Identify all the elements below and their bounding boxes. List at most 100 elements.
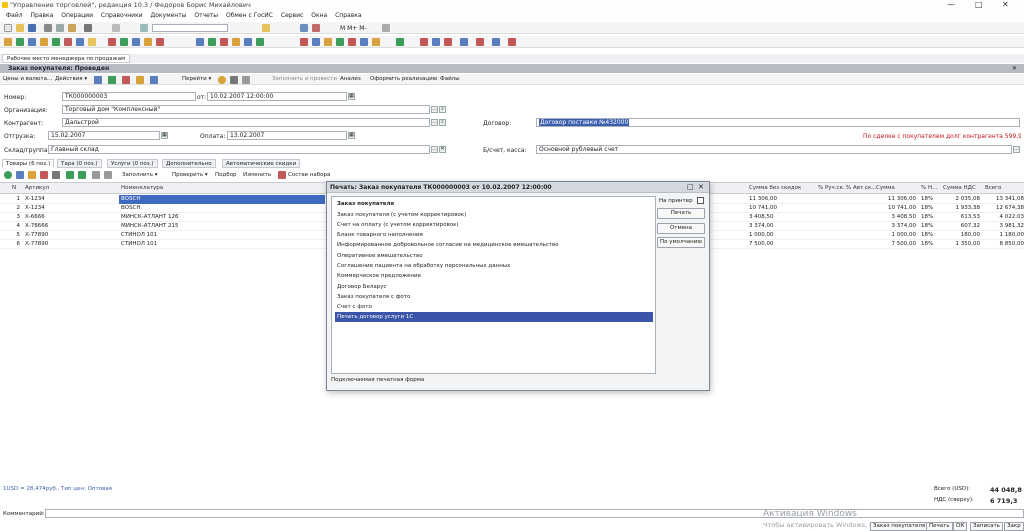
copy-row-icon[interactable] <box>16 171 24 179</box>
calc-doc-icon[interactable] <box>312 38 320 46</box>
to-printer-checkbox[interactable] <box>697 197 704 204</box>
list-icon[interactable] <box>230 76 238 84</box>
minimize-button[interactable]: — <box>947 0 955 9</box>
list-item[interactable]: Договор Беларус <box>335 282 653 292</box>
comment-field[interactable] <box>45 509 1024 518</box>
list-item[interactable]: Соглашение пациента на обработку персона… <box>335 261 653 271</box>
organization-select-button[interactable]: … <box>431 106 438 113</box>
date-calendar-icon[interactable]: ▦ <box>348 93 355 100</box>
default-button[interactable]: По умолчанию <box>657 237 705 248</box>
tab-tare[interactable]: Тара (0 поз.) <box>57 159 102 168</box>
menu-operations[interactable]: Операции <box>61 12 93 19</box>
organization-field[interactable]: Торговый дом "Комплексный" <box>62 105 430 114</box>
exchange4-icon[interactable] <box>460 38 468 46</box>
list-item[interactable]: Информированное добровольное согласие на… <box>335 240 653 250</box>
col-sum-no-disc[interactable]: Сумма без скидок <box>749 185 801 191</box>
tab-additional[interactable]: Дополнительно <box>162 159 216 168</box>
list-item[interactable]: Счет на оплату (с учетом корректировок) <box>335 220 653 230</box>
orders-icon[interactable] <box>108 38 116 46</box>
col-vat-sum[interactable]: Сумма НДС <box>943 185 976 191</box>
edit-button[interactable]: Изменить <box>243 172 271 178</box>
reports-icon[interactable] <box>88 38 96 46</box>
supply-icon[interactable] <box>220 38 228 46</box>
exchange6-icon[interactable] <box>492 38 500 46</box>
col-total[interactable]: Всего <box>985 185 1001 191</box>
date-field[interactable]: 10.02.2007 12:00:00 <box>207 92 347 101</box>
menu-windows[interactable]: Окна <box>311 12 327 19</box>
bank-icon[interactable] <box>52 38 60 46</box>
journal-icon[interactable] <box>324 38 332 46</box>
fill-and-post-button[interactable]: Заполнить и провести <box>272 76 337 82</box>
end-edit-icon[interactable] <box>52 171 60 179</box>
select-button[interactable]: Подбор <box>215 172 237 178</box>
memory-buttons[interactable]: M M+ M- <box>340 25 367 32</box>
dialog-maximize-icon[interactable]: □ <box>687 183 694 191</box>
list-item[interactable]: Заказ покупателя с фото <box>335 292 653 302</box>
actions-menu-button[interactable]: Действия ▾ <box>55 76 87 82</box>
copy-icon[interactable] <box>56 24 64 32</box>
contractor-field[interactable]: Дальстрой <box>62 118 430 127</box>
new-icon[interactable] <box>4 24 12 32</box>
stock-report-icon[interactable] <box>360 38 368 46</box>
balance-icon[interactable] <box>336 38 344 46</box>
tab-sales-workplace[interactable]: Рабочее место менеджера по продажам <box>2 54 131 63</box>
col-vat-pct[interactable]: % Н... <box>921 185 937 191</box>
analysis-icon[interactable] <box>300 38 308 46</box>
check-menu-button[interactable]: Проверить ▾ <box>172 172 208 178</box>
col-auto-disc[interactable]: % Авт.ск... <box>846 185 877 191</box>
exchange3-icon[interactable] <box>444 38 452 46</box>
move-up-icon[interactable] <box>66 171 74 179</box>
contractor-open-icon[interactable]: ⌕ <box>439 119 446 126</box>
request-icon[interactable] <box>232 38 240 46</box>
list-item[interactable]: Коммерческое предложение <box>335 271 653 281</box>
tab-auto-discounts[interactable]: Автоматические скидки <box>222 159 301 168</box>
print-button[interactable]: Печать <box>657 208 705 219</box>
payment-calendar-icon[interactable]: ▦ <box>348 132 355 139</box>
structure-icon[interactable] <box>150 76 158 84</box>
exchange5-icon[interactable] <box>476 38 484 46</box>
toolbar-search-field[interactable] <box>152 24 228 32</box>
find-icon[interactable] <box>140 24 148 32</box>
payment-icon[interactable] <box>244 38 252 46</box>
cash-icon[interactable] <box>40 38 48 46</box>
menu-catalogs[interactable]: Справочники <box>101 12 143 19</box>
kit-button[interactable]: Состав набора <box>288 172 330 178</box>
add-row-icon[interactable] <box>4 171 12 179</box>
discount-icon[interactable] <box>156 38 164 46</box>
paste-icon[interactable] <box>68 24 76 32</box>
contractor-select-button[interactable]: … <box>431 119 438 126</box>
exchange-icon[interactable] <box>420 38 428 46</box>
organization-open-icon[interactable]: ⌕ <box>439 106 446 113</box>
settings-icon[interactable] <box>382 24 390 32</box>
save-bottom-button[interactable]: Записать <box>970 522 1003 531</box>
save-icon[interactable] <box>28 24 36 32</box>
account-select-button[interactable]: … <box>1013 146 1020 153</box>
customer-order-print-button[interactable]: Заказ покупателя <box>870 522 929 531</box>
maximize-button[interactable]: □ <box>975 0 983 9</box>
ok-button[interactable]: ОК <box>953 522 968 531</box>
tab-goods[interactable]: Товары (6 поз.) <box>2 159 55 168</box>
make-realization-button[interactable]: Оформить реализацию <box>370 76 437 82</box>
sort-asc-icon[interactable] <box>92 171 100 179</box>
menu-help[interactable]: Справка <box>335 12 361 19</box>
menu-documents[interactable]: Документы <box>151 12 187 19</box>
form-close-icon[interactable]: ✕ <box>1012 65 1017 72</box>
invoice-icon[interactable] <box>120 38 128 46</box>
prices-currency-button[interactable]: Цены и валюта... <box>3 76 52 82</box>
print-bottom-button[interactable]: Печать <box>926 522 953 531</box>
sales-report-icon[interactable] <box>348 38 356 46</box>
dialog-close-icon[interactable]: ✕ <box>698 183 704 191</box>
close-bottom-button[interactable]: Закр <box>1004 522 1024 531</box>
list-item[interactable]: Оперативное вмешательство <box>335 251 653 261</box>
menu-service[interactable]: Сервис <box>281 12 303 19</box>
refresh-icon[interactable] <box>136 76 144 84</box>
calendar-icon[interactable] <box>312 24 320 32</box>
cancel-button[interactable]: Отмена <box>657 223 705 234</box>
exchange2-icon[interactable] <box>432 38 440 46</box>
undo-icon[interactable] <box>112 24 120 32</box>
delete-doc-icon[interactable] <box>122 76 130 84</box>
purchases-icon[interactable] <box>16 38 24 46</box>
payment-date-field[interactable]: 13.02.2007 <box>227 131 347 140</box>
fill-menu-button[interactable]: Заполнить ▾ <box>122 172 158 178</box>
col-manual-disc[interactable]: % Руч.ск... <box>818 185 848 191</box>
